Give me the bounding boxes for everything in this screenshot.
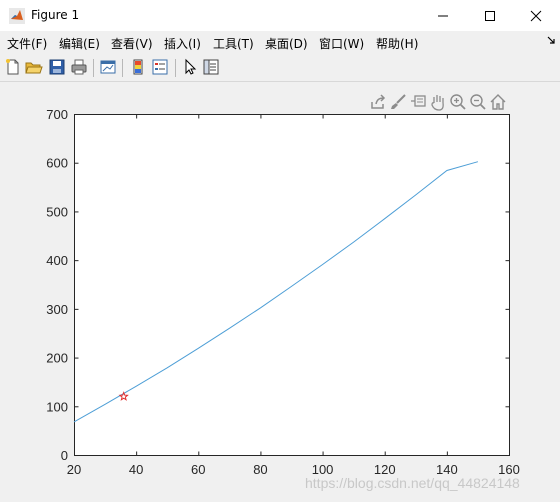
y-tick-label: 700 xyxy=(46,107,68,122)
y-tick-labels: 0 100 200 300 400 500 600 700 xyxy=(46,107,68,463)
y-tick-label: 200 xyxy=(46,351,68,366)
y-tick-label: 500 xyxy=(46,204,68,219)
line-plot: 20 40 60 80 100 120 140 160 0100200300400500600… xyxy=(46,107,520,477)
x-tick-label: 60 xyxy=(191,462,205,477)
watermark-text: https://blog.csdn.net/qq_44824148 xyxy=(305,475,520,491)
x-tick-label: 20 xyxy=(67,462,81,477)
x-tick-label: 80 xyxy=(253,462,267,477)
y-tick-label: 300 xyxy=(46,302,68,317)
y-tick-label: 100 xyxy=(46,399,68,414)
y-tick-label: 400 xyxy=(46,253,68,268)
y-tick-label: 0 xyxy=(61,448,68,463)
axes-area[interactable] xyxy=(74,114,510,456)
x-tick-label: 40 xyxy=(129,462,143,477)
y-tick-label: 600 xyxy=(46,156,68,171)
